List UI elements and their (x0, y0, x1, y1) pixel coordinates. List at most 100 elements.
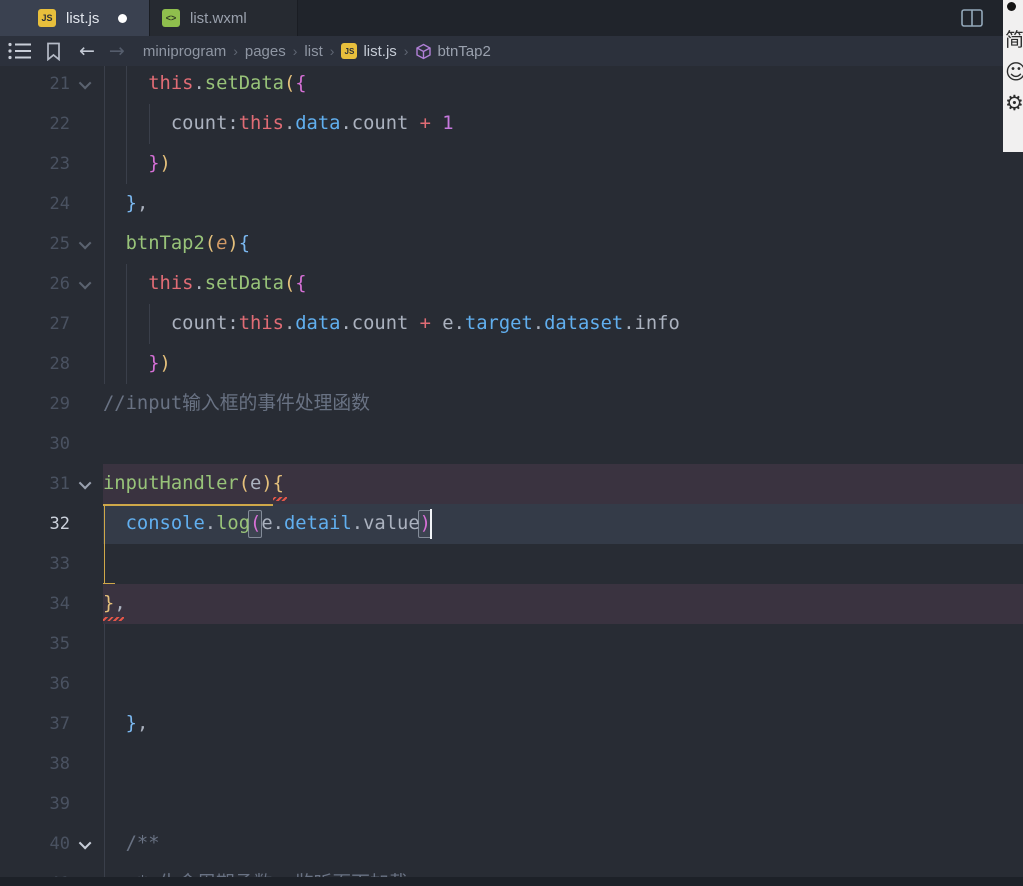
scope-guide-cap (103, 582, 116, 584)
token: } (148, 353, 160, 374)
code-line[interactable]: 30 (0, 424, 1023, 464)
code-line[interactable]: 36 (0, 664, 1023, 704)
token: detail (283, 513, 352, 534)
code-text[interactable]: }) (103, 144, 1023, 184)
code-line[interactable]: 25 btnTap2(e){ (0, 224, 1023, 264)
code-text[interactable]: btnTap2(e){ (103, 224, 1023, 264)
code-text[interactable] (103, 784, 1023, 824)
nav-back-icon[interactable]: ← (79, 36, 95, 66)
line-number: 33 (49, 554, 70, 574)
code-line[interactable]: 28 }) (0, 344, 1023, 384)
token: /** (125, 833, 160, 854)
code-line[interactable]: 26 this.setData({ (0, 264, 1023, 304)
token: inputHandler (103, 473, 239, 494)
token: data (295, 113, 341, 134)
code-text[interactable] (103, 744, 1023, 784)
line-number: 28 (49, 354, 70, 374)
breadcrumb-item[interactable]: miniprogram (143, 43, 226, 60)
line-number: 22 (49, 114, 70, 134)
gear-icon[interactable]: ⚙ (1005, 89, 1023, 118)
code-line[interactable]: 37 }, (0, 704, 1023, 744)
line-number: 39 (49, 794, 70, 814)
wxml-file-icon: <> (162, 9, 180, 27)
code-line[interactable]: 22 count:this.data.count + 1 (0, 104, 1023, 144)
code-text[interactable]: count:this.data.count + 1 (103, 104, 1023, 144)
tab-list-wxml[interactable]: <> list.wxml (150, 0, 298, 36)
code-text[interactable]: this.setData({ (103, 66, 1023, 104)
side-overlay-panel: 简 ☺ ⚙ (1003, 0, 1023, 152)
code-text[interactable]: }) (103, 344, 1023, 384)
code-text[interactable]: }, (103, 704, 1023, 744)
text-cursor (430, 509, 433, 539)
code-text[interactable]: inputHandler(e){ (103, 464, 1023, 504)
code-text[interactable]: /** (103, 824, 1023, 864)
split-editor-icon[interactable] (961, 9, 983, 27)
breadcrumb: miniprogram › pages › list › JS list.js … (143, 43, 491, 60)
line-number: 37 (49, 714, 70, 734)
code-text[interactable]: //input输入框的事件处理函数 (103, 384, 1023, 424)
token: . (204, 513, 217, 534)
unsaved-dot-icon[interactable] (118, 13, 127, 23)
code-text[interactable] (103, 544, 1023, 584)
bookmark-icon[interactable] (46, 42, 61, 61)
fold-chevron-icon[interactable] (78, 836, 92, 849)
token: this (238, 113, 284, 134)
code-text[interactable]: this.setData({ (103, 264, 1023, 304)
code-text[interactable] (103, 664, 1023, 704)
code-line[interactable]: 32 console.log(e.detail.value) (0, 504, 1023, 544)
code-text[interactable]: console.log(e.detail.value) (103, 504, 1023, 544)
token: { (238, 233, 251, 254)
token: //input输入框的事件处理函数 (103, 393, 370, 414)
token: ( (283, 273, 296, 294)
token: setData (204, 273, 284, 294)
breadcrumb-symbol[interactable]: btnTap2 (437, 43, 490, 60)
breadcrumb-item[interactable]: list (304, 43, 322, 60)
code-text[interactable]: }, (103, 184, 1023, 224)
tab-label: list.js (66, 9, 100, 27)
token: . (193, 73, 205, 94)
code-line[interactable]: 38 (0, 744, 1023, 784)
code-text[interactable]: }, (103, 584, 1023, 624)
token: setData (204, 73, 284, 94)
fold-chevron-icon[interactable] (78, 276, 92, 289)
js-file-icon: JS (38, 9, 56, 27)
fold-chevron-icon[interactable] (78, 476, 92, 489)
line-number: 25 (49, 234, 70, 254)
code-line[interactable]: 31 inputHandler(e){ (0, 464, 1023, 504)
code-line[interactable]: 21 this.setData({ (0, 66, 1023, 104)
fold-chevron-icon[interactable] (78, 76, 92, 89)
code-line[interactable]: 39 (0, 784, 1023, 824)
code-line[interactable]: 34}, (0, 584, 1023, 624)
token: . (283, 313, 296, 334)
outline-list-icon[interactable] (8, 42, 32, 60)
chevron-right-icon: › (329, 43, 335, 59)
line-number: 40 (49, 834, 70, 854)
tab-list-js[interactable]: JS list.js (0, 0, 150, 36)
smiley-icon[interactable]: ☺ (1005, 58, 1023, 87)
jian-character-label[interactable]: 简 (1005, 25, 1023, 52)
fold-chevron-icon[interactable] (78, 236, 92, 249)
code-line[interactable]: 33 (0, 544, 1023, 584)
code-line[interactable]: 35 (0, 624, 1023, 664)
breadcrumb-file[interactable]: list.js (363, 43, 396, 60)
breadcrumb-item[interactable]: pages (245, 43, 286, 60)
indent-guide (103, 624, 105, 664)
code-text[interactable] (103, 624, 1023, 664)
token: . (272, 513, 284, 534)
code-line[interactable]: 40 /** (0, 824, 1023, 864)
token: this (148, 73, 194, 94)
code-line[interactable]: 24 }, (0, 184, 1023, 224)
code-text[interactable]: count:this.data.count + e.target.dataset… (103, 304, 1023, 344)
code-line[interactable]: 23 }) (0, 144, 1023, 184)
code-text[interactable] (103, 424, 1023, 464)
code-line[interactable]: 27 count:this.data.count + e.target.data… (0, 304, 1023, 344)
editor-bottom-strip (0, 877, 1023, 886)
code-editor[interactable]: 21 this.setData({22 count:this.data.coun… (0, 66, 1023, 886)
code-line[interactable]: 29 //input输入框的事件处理函数 (0, 384, 1023, 424)
token: log (216, 513, 251, 534)
